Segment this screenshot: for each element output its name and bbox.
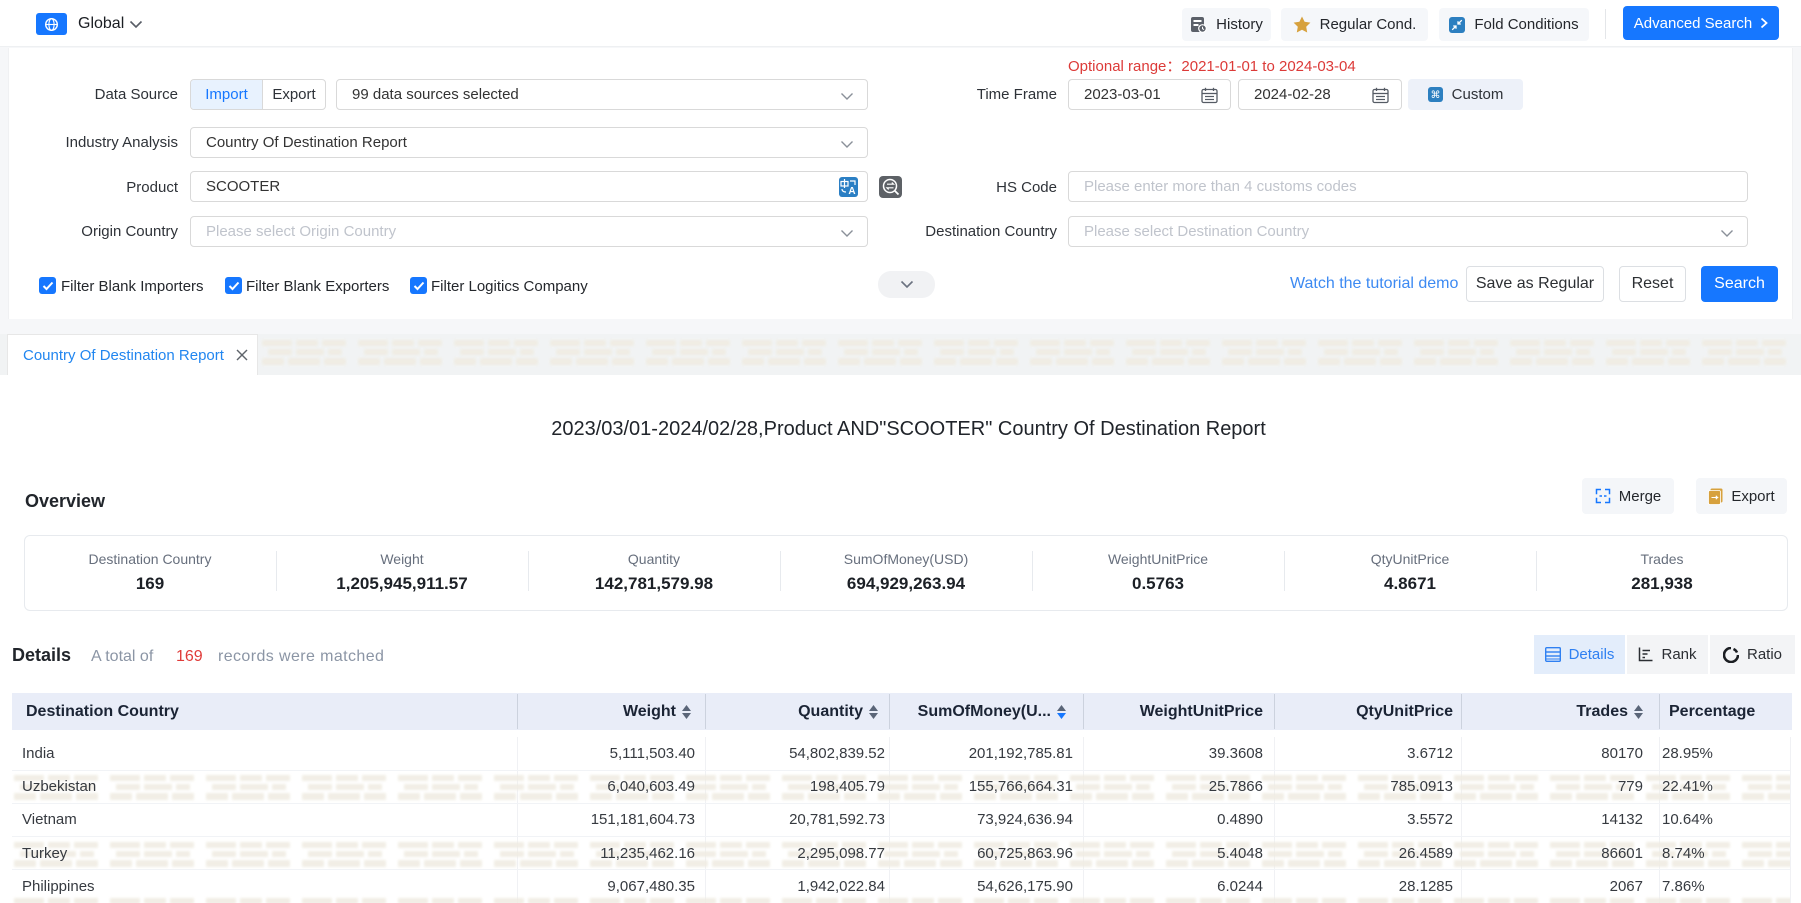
svg-text:⌘: ⌘: [1430, 90, 1440, 101]
